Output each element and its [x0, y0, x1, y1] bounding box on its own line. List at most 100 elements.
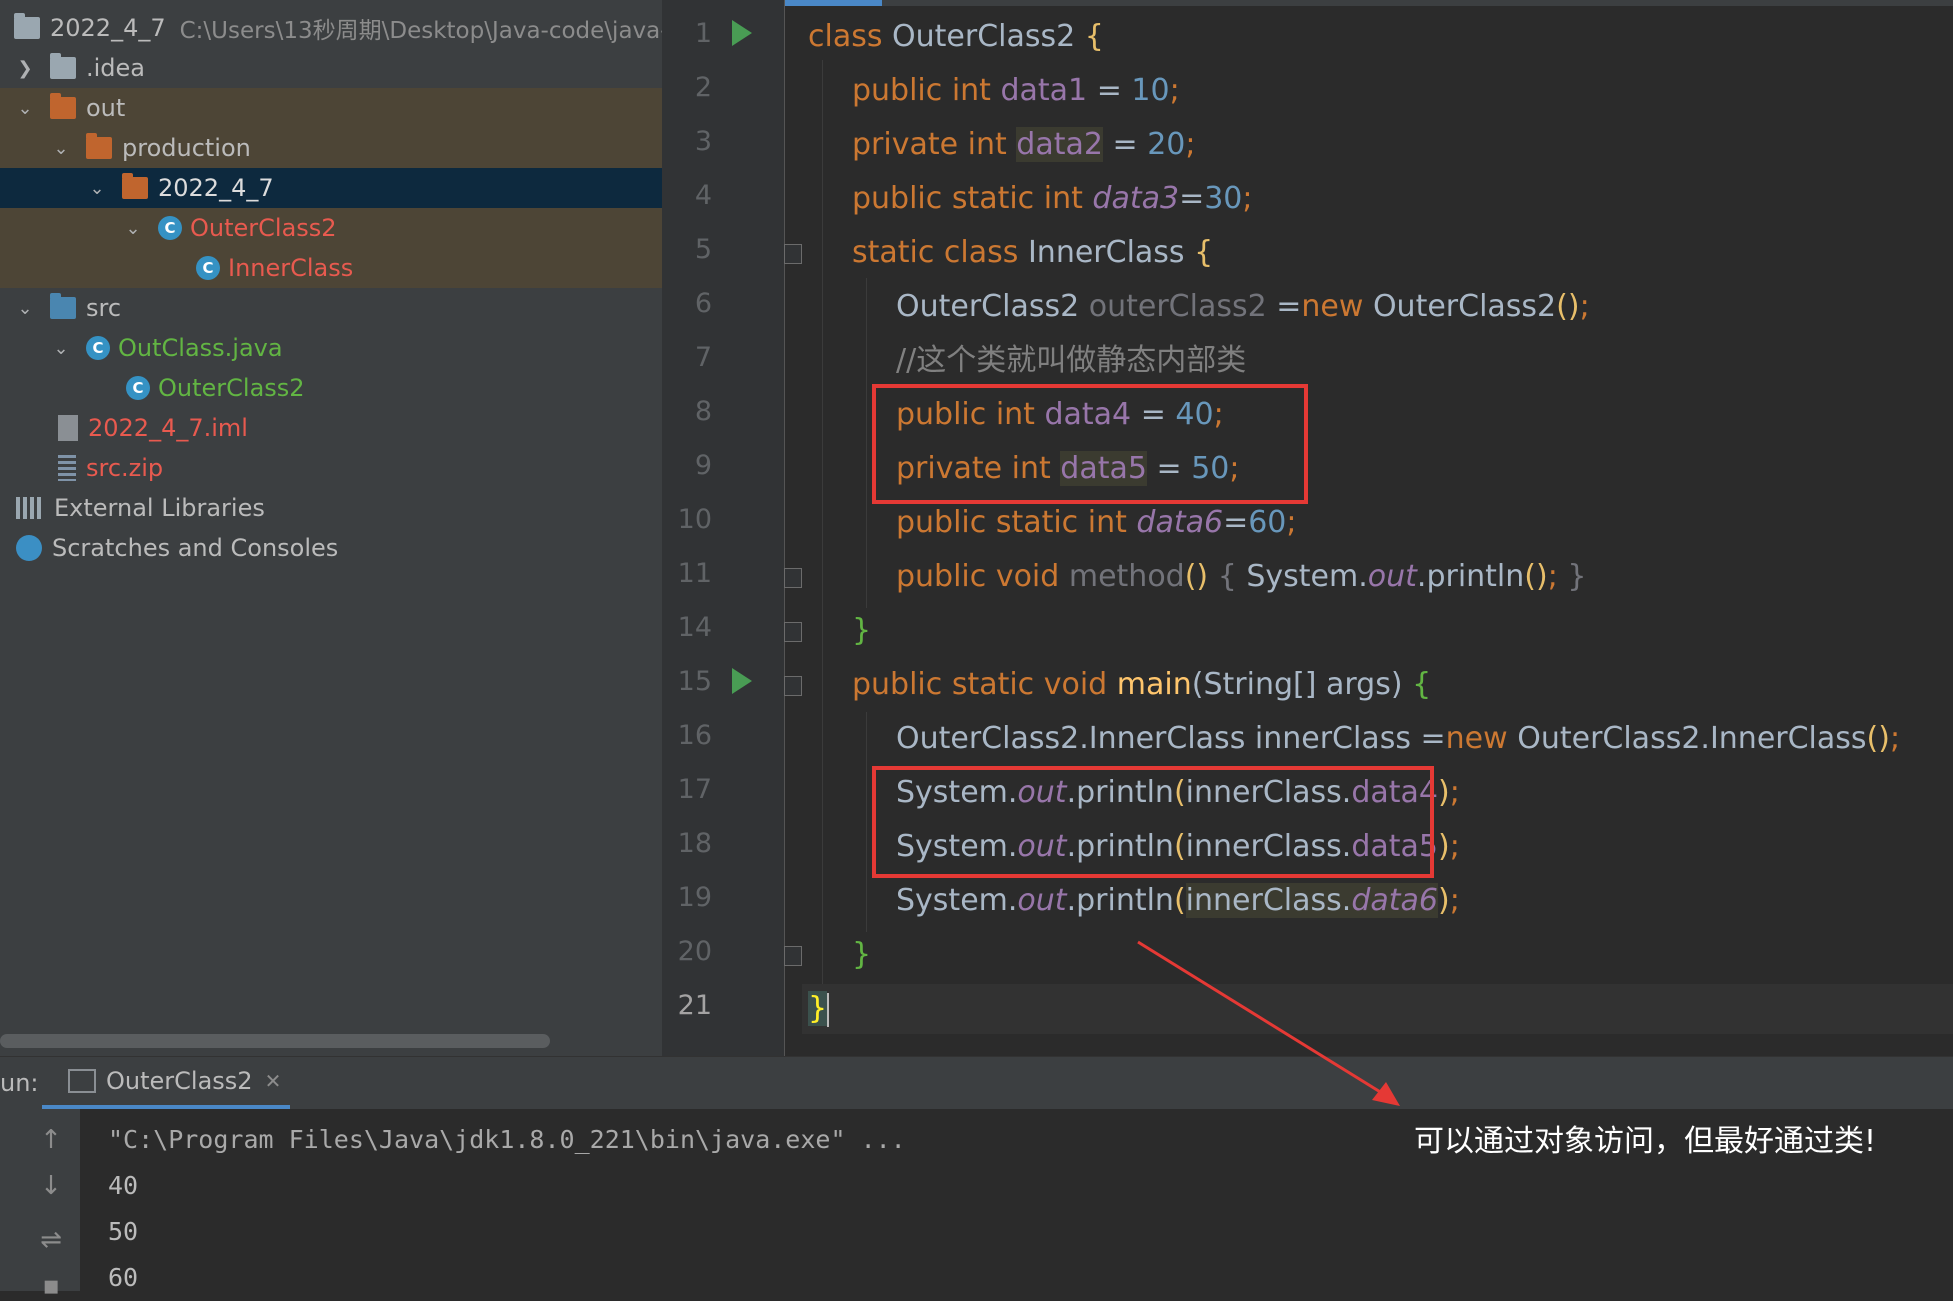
chevron-down-icon[interactable]: ⌄: [14, 98, 36, 119]
line-number: 21: [677, 990, 712, 1021]
tree-item-outclass-java[interactable]: ⌄ C OutClass.java: [0, 328, 662, 368]
chevron-down-icon[interactable]: ⌄: [50, 338, 72, 359]
method-name: main: [1116, 667, 1192, 702]
line-number: 3: [694, 126, 712, 157]
keyword: int: [967, 127, 1007, 162]
code-line-16: OuterClass2.InnerClass innerClass =new O…: [896, 721, 1901, 756]
print-icon[interactable]: ▪: [36, 1271, 66, 1301]
line-number: 14: [677, 612, 712, 643]
run-class-icon[interactable]: [732, 20, 752, 46]
tree-item-package[interactable]: ⌄ 2022_4_7: [0, 168, 662, 208]
tree-item-label: OuterClass2: [158, 374, 305, 402]
console-output-line: 40: [108, 1171, 139, 1200]
tree-item-idea[interactable]: ❯ .idea: [0, 48, 662, 88]
indent-guide: [822, 60, 823, 1000]
static-field-name: data3: [1092, 181, 1180, 216]
console-output-line: 60: [108, 1263, 139, 1292]
tree-item-label: 2022_4_7.iml: [88, 414, 248, 442]
chevron-down-icon[interactable]: ⌄: [14, 298, 36, 319]
annotation-box-prints: [872, 766, 1434, 878]
console-output-line: 50: [108, 1217, 139, 1246]
number-literal: 10: [1131, 73, 1170, 108]
fold-icon[interactable]: [784, 244, 802, 264]
expand-icon[interactable]: [784, 568, 802, 588]
tree-item-outerclass2-compiled[interactable]: ⌄ C OuterClass2: [0, 208, 662, 248]
tree-item-scratches[interactable]: Scratches and Consoles: [0, 528, 662, 568]
keyword: class: [808, 19, 883, 54]
indent-guide: [866, 278, 867, 608]
tree-item-external-libraries[interactable]: External Libraries: [0, 488, 662, 528]
chevron-down-icon[interactable]: ⌄: [50, 138, 72, 159]
brace: }: [852, 613, 872, 648]
keyword: void: [995, 559, 1060, 594]
identifier: System: [1246, 559, 1359, 594]
line-number: 6: [694, 288, 712, 319]
line-number: 8: [694, 396, 712, 427]
line-number: 20: [677, 936, 712, 967]
brace: {: [1084, 19, 1104, 54]
folder-icon: [50, 293, 76, 319]
horizontal-scrollbar[interactable]: [0, 1034, 550, 1048]
folder-icon: [14, 13, 40, 39]
variable-name: innerClass: [1254, 721, 1411, 756]
tree-item-src[interactable]: ⌄ src: [0, 288, 662, 328]
tree-item-label: 2022_4_7: [50, 14, 166, 42]
close-icon[interactable]: ✕: [265, 1069, 282, 1093]
number-literal: 20: [1147, 127, 1186, 162]
method-call: println: [1426, 559, 1525, 594]
tree-item-root[interactable]: 2022_4_7 C:\Users\13秒周期\Desktop\Java-cod…: [0, 8, 662, 48]
run-main-icon[interactable]: [732, 668, 752, 694]
class-icon: C: [158, 216, 182, 240]
brace: {: [1412, 667, 1432, 702]
keyword: static: [852, 235, 935, 270]
method-name: method: [1068, 559, 1185, 594]
arrow-down-icon[interactable]: ↓: [36, 1171, 66, 1201]
tree-item-src-zip[interactable]: src.zip: [0, 448, 662, 488]
code-editor[interactable]: 1 2 3 4 5 6 7 8 9 10 11 14 15 16 17 18 1…: [662, 0, 1953, 1056]
line-number: 18: [677, 828, 712, 859]
tree-item-label: src.zip: [86, 454, 164, 482]
tree-item-label: OuterClass2: [190, 214, 337, 242]
chevron-down-icon[interactable]: ⌄: [86, 178, 108, 199]
keyword: public: [852, 181, 943, 216]
brace: }: [808, 991, 828, 1026]
number-literal: 60: [1248, 505, 1287, 540]
keyword: new: [1301, 289, 1364, 324]
variable-name: outerClass2: [1088, 289, 1267, 324]
fold-icon[interactable]: [784, 946, 802, 966]
tree-item-iml[interactable]: 2022_4_7.iml: [0, 408, 662, 448]
folder-icon: [122, 173, 148, 199]
tree-item-outerclass2-source[interactable]: C OuterClass2: [0, 368, 662, 408]
annotation-box-fields: [872, 384, 1308, 504]
folder-icon: [50, 53, 76, 79]
fold-icon[interactable]: [784, 676, 802, 696]
line-number: 2: [694, 72, 712, 103]
tree-item-out[interactable]: ⌄ out: [0, 88, 662, 128]
code-line-20: }: [852, 930, 871, 980]
chevron-down-icon[interactable]: ⌄: [122, 218, 144, 239]
tree-item-label: OutClass.java: [118, 334, 283, 362]
run-tab-label: OuterClass2: [106, 1067, 253, 1095]
tree-item-label: .idea: [86, 54, 146, 82]
parameter-name: args: [1325, 667, 1391, 702]
run-tab-outerclass2[interactable]: OuterClass2 ✕: [42, 1057, 290, 1110]
keyword: private: [852, 127, 959, 162]
line-number: 15: [677, 666, 712, 697]
code-line-10: public static int data6=60;: [896, 505, 1297, 540]
tree-item-label: Scratches and Consoles: [52, 534, 339, 562]
keyword: public: [896, 505, 987, 540]
soft-wrap-icon[interactable]: ⇌: [36, 1225, 66, 1255]
comment: //这个类就叫做静态内部类: [896, 343, 1247, 378]
code-line-21: }: [802, 984, 1953, 1034]
tree-item-production[interactable]: ⌄ production: [0, 128, 662, 168]
fold-icon[interactable]: [784, 622, 802, 642]
console-command-line: "C:\Program Files\Java\jdk1.8.0_221\bin\…: [108, 1125, 906, 1154]
identifier: System: [896, 883, 1008, 918]
indent-guide: [866, 712, 867, 932]
zip-file-icon: [58, 455, 76, 481]
keyword: int: [951, 73, 991, 108]
tree-item-innerclass-compiled[interactable]: C InnerClass: [0, 248, 662, 288]
arrow-up-icon[interactable]: ↑: [36, 1125, 66, 1155]
chevron-right-icon[interactable]: ❯: [14, 58, 36, 79]
line-number: 17: [677, 774, 712, 805]
